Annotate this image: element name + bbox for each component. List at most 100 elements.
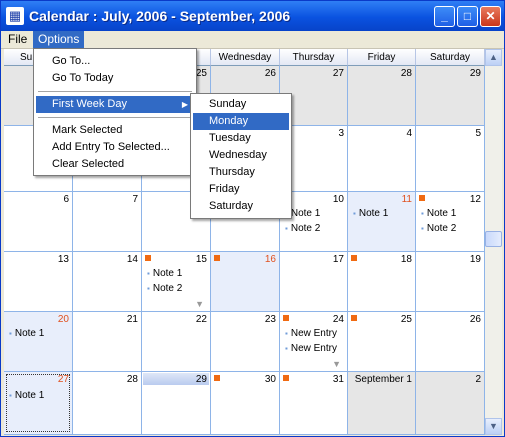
window-title: Calendar : July, 2006 - September, 2006: [29, 8, 291, 24]
scroll-up-arrow-icon[interactable]: ▲: [485, 49, 502, 66]
day-number: 13: [57, 254, 69, 265]
day-cell[interactable]: 23: [211, 312, 280, 372]
day-number: 17: [332, 254, 344, 265]
scroll-down-arrow-icon[interactable]: ▼: [485, 418, 502, 435]
day-number: 28: [400, 68, 412, 79]
note-entry[interactable]: Note 2: [421, 223, 456, 234]
maximize-button[interactable]: □: [457, 6, 478, 27]
menu-separator: [38, 91, 192, 92]
day-cell[interactable]: 7: [73, 192, 142, 252]
submenu-sunday[interactable]: Sunday: [193, 96, 289, 113]
day-number: 26: [264, 68, 276, 79]
day-number: 28: [126, 374, 138, 385]
marked-flag-icon: [351, 255, 357, 261]
day-number: 25: [195, 68, 207, 79]
day-cell[interactable]: 21: [73, 312, 142, 372]
submenu-thursday[interactable]: Thursday: [193, 164, 289, 181]
note-entry[interactable]: Note 1: [9, 390, 44, 401]
note-entry[interactable]: Note 1: [353, 208, 388, 219]
day-cell[interactable]: 29: [416, 66, 485, 126]
note-entry[interactable]: Note 2: [147, 283, 182, 294]
day-cell[interactable]: 6: [4, 192, 73, 252]
note-entry[interactable]: Note 1: [9, 328, 44, 339]
menu-separator: [38, 117, 192, 118]
note-entry[interactable]: Note 1: [147, 268, 182, 279]
menu-file[interactable]: File: [3, 31, 32, 48]
header-saturday: Saturday: [416, 49, 485, 66]
day-cell[interactable]: 15 Note 1 Note 2 ▼: [142, 252, 211, 312]
note-entry[interactable]: New Entry: [285, 343, 337, 354]
scroll-thumb[interactable]: [485, 231, 502, 247]
day-cell[interactable]: 5: [416, 126, 485, 192]
marked-flag-icon: [283, 315, 289, 321]
menu-options[interactable]: Options: [33, 31, 85, 48]
menu-add-entry[interactable]: Add Entry To Selected...: [36, 139, 194, 156]
day-cell[interactable]: 17: [280, 252, 348, 312]
menu-first-week-day[interactable]: First Week Day ▶: [36, 96, 194, 113]
minimize-button[interactable]: _: [434, 6, 455, 27]
day-cell[interactable]: 13: [4, 252, 73, 312]
note-entry[interactable]: Note 2: [285, 223, 320, 234]
day-number: 29: [469, 68, 481, 79]
day-number: 20: [57, 314, 69, 325]
day-cell[interactable]: 4: [348, 126, 416, 192]
day-cell[interactable]: 18: [348, 252, 416, 312]
day-cell[interactable]: 25: [348, 312, 416, 372]
day-cell[interactable]: 24 New Entry New Entry ▼: [280, 312, 348, 372]
submenu-tuesday[interactable]: Tuesday: [193, 130, 289, 147]
day-cell[interactable]: 28: [73, 372, 142, 435]
day-number: 14: [126, 254, 138, 265]
day-cell[interactable]: 30: [211, 372, 280, 435]
submenu-monday[interactable]: Monday: [193, 113, 289, 130]
day-number: 10: [332, 194, 344, 205]
more-entries-arrow-icon[interactable]: ▼: [332, 359, 341, 369]
submenu-friday[interactable]: Friday: [193, 181, 289, 198]
menu-clear-selected[interactable]: Clear Selected: [36, 156, 194, 173]
vertical-scrollbar[interactable]: ▲ ▼: [485, 49, 502, 435]
marked-flag-icon: [145, 255, 151, 261]
day-number: 12: [469, 194, 481, 205]
day-cell[interactable]: 31: [280, 372, 348, 435]
submenu-arrow-icon: ▶: [181, 100, 188, 109]
menu-mark-selected[interactable]: Mark Selected: [36, 122, 194, 139]
day-cell[interactable]: 28: [348, 66, 416, 126]
day-cell[interactable]: 26: [416, 312, 485, 372]
menu-go-to[interactable]: Go To...: [36, 53, 194, 70]
menu-bar: File Options: [1, 31, 504, 49]
submenu-wednesday[interactable]: Wednesday: [193, 147, 289, 164]
calendar-window: ▦ Calendar : July, 2006 - September, 200…: [0, 0, 505, 437]
day-cell[interactable]: 20 Note 1: [4, 312, 73, 372]
day-cell[interactable]: 29: [142, 372, 211, 435]
menu-go-to-today[interactable]: Go To Today: [36, 70, 194, 87]
day-cell[interactable]: 19: [416, 252, 485, 312]
day-number: 25: [400, 314, 412, 325]
day-number: 3: [338, 128, 344, 139]
day-cell[interactable]: 2: [416, 372, 485, 435]
day-number: 5: [475, 128, 481, 139]
day-cell[interactable]: 22: [142, 312, 211, 372]
marked-flag-icon: [214, 255, 220, 261]
title-bar[interactable]: ▦ Calendar : July, 2006 - September, 200…: [1, 1, 504, 31]
day-number: 7: [132, 194, 138, 205]
marked-flag-icon: [283, 375, 289, 381]
day-number: 18: [400, 254, 412, 265]
header-wednesday: Wednesday: [211, 49, 280, 66]
day-cell[interactable]: 27 Note 1: [4, 372, 73, 435]
close-button[interactable]: ✕: [480, 6, 501, 27]
day-cell[interactable]: 12 Note 1 Note 2: [416, 192, 485, 252]
day-cell[interactable]: 11 Note 1: [348, 192, 416, 252]
day-cell[interactable]: September 1: [348, 372, 416, 435]
marked-flag-icon: [419, 195, 425, 201]
day-number: 4: [406, 128, 412, 139]
first-week-day-submenu: Sunday Monday Tuesday Wednesday Thursday…: [190, 93, 292, 219]
note-entry[interactable]: Note 1: [421, 208, 456, 219]
submenu-saturday[interactable]: Saturday: [193, 198, 289, 215]
day-number: 24: [332, 314, 344, 325]
day-cell[interactable]: 14: [73, 252, 142, 312]
more-entries-arrow-icon[interactable]: ▼: [195, 299, 204, 309]
day-number: 11: [401, 194, 412, 205]
note-entry[interactable]: New Entry: [285, 328, 337, 339]
day-number: 19: [469, 254, 481, 265]
day-cell[interactable]: 16: [211, 252, 280, 312]
day-number: 15: [195, 254, 207, 265]
